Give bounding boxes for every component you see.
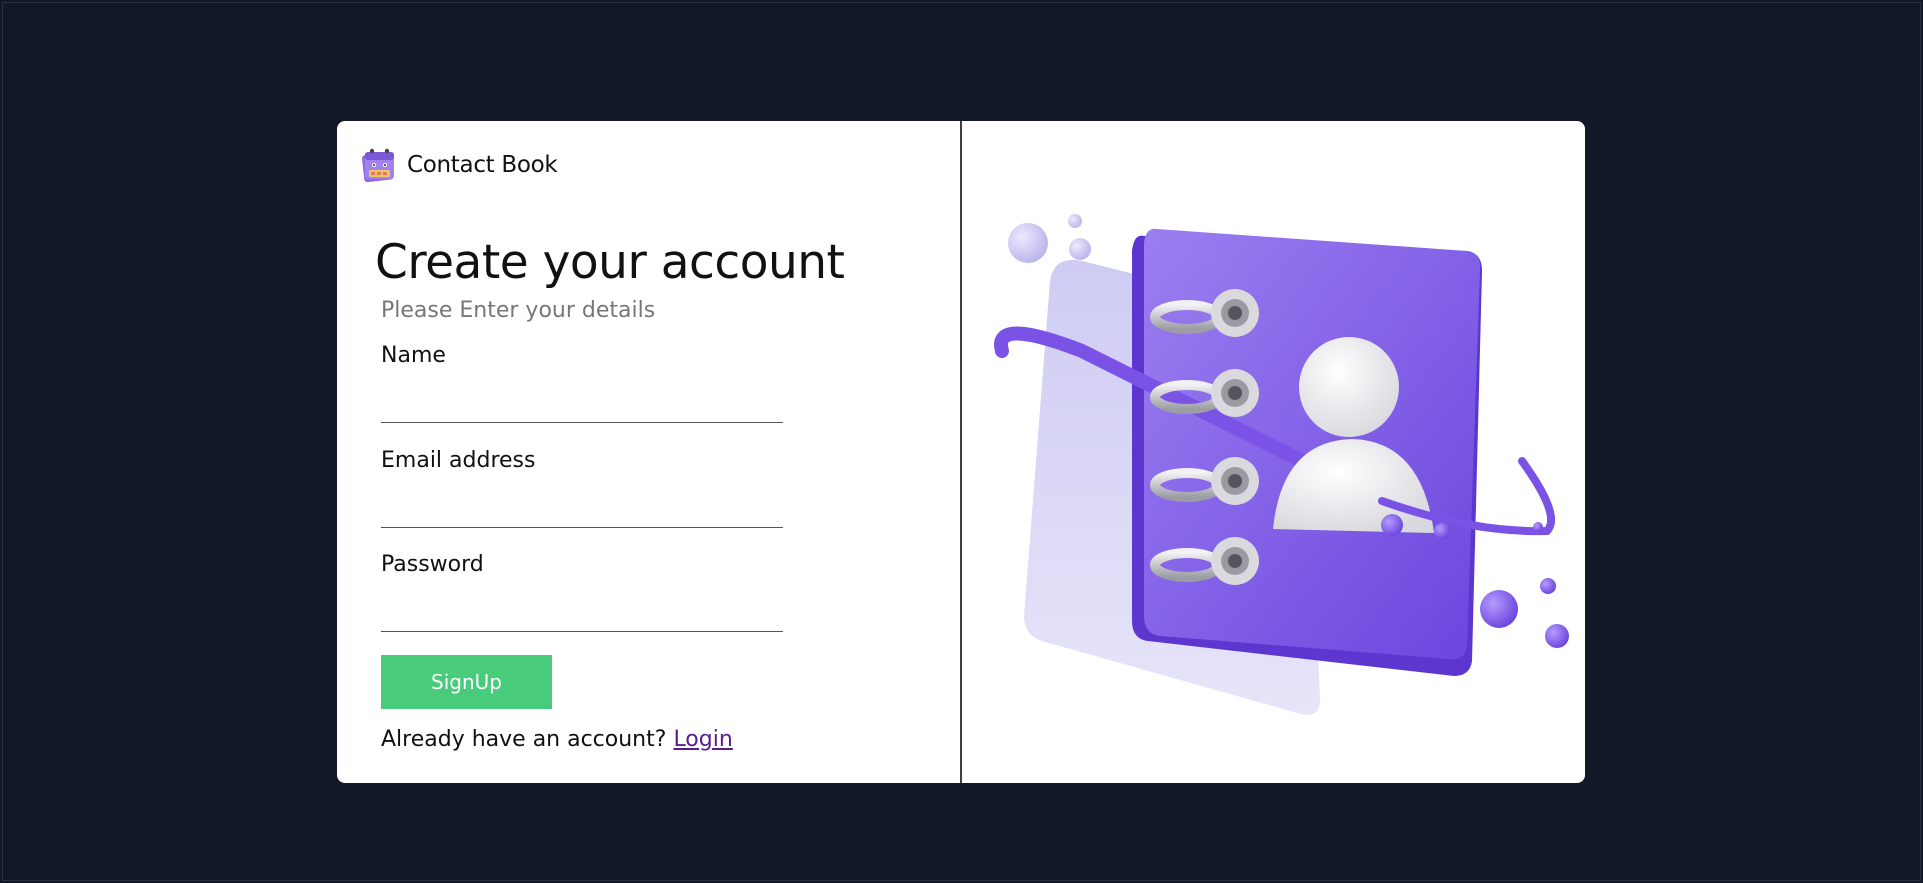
- login-link[interactable]: Login: [673, 727, 732, 752]
- name-label: Name: [381, 343, 446, 368]
- login-prompt-text: Already have an account?: [381, 727, 667, 752]
- password-field: Password: [381, 552, 783, 632]
- name-input[interactable]: [381, 382, 783, 423]
- brand: Contact Book: [359, 145, 558, 185]
- contact-book-illustration: [994, 214, 1569, 715]
- page-subtitle: Please Enter your details: [381, 298, 656, 323]
- brand-name: Contact Book: [407, 152, 558, 178]
- password-input[interactable]: [381, 591, 783, 632]
- signup-card: Contact Book Create your account Please …: [337, 121, 1585, 783]
- email-label: Email address: [381, 448, 536, 473]
- form-pane: Contact Book Create your account Please …: [337, 121, 960, 783]
- login-prompt-row: Already have an account? Login: [381, 727, 733, 752]
- page-title: Create your account: [375, 235, 845, 290]
- password-label: Password: [381, 552, 484, 577]
- name-field: Name: [381, 343, 783, 423]
- illustration-pane: [962, 121, 1585, 783]
- email-input[interactable]: [381, 487, 783, 528]
- calendar-book-icon: [362, 148, 394, 183]
- email-field: Email address: [381, 448, 783, 528]
- signup-button[interactable]: SignUp: [381, 655, 552, 709]
